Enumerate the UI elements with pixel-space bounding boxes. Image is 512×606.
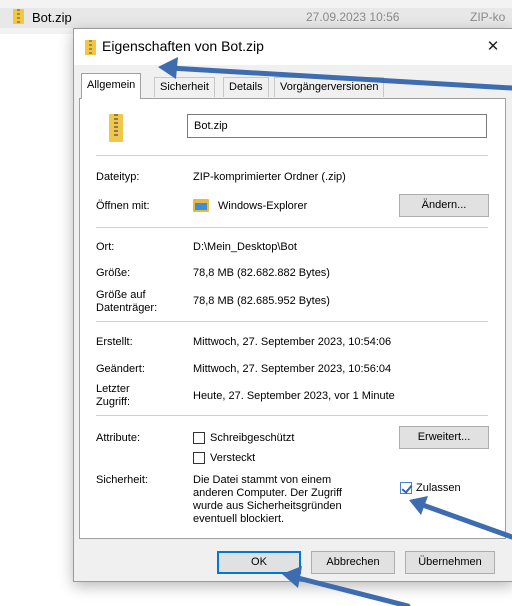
apply-button[interactable]: Übernehmen (405, 551, 495, 574)
tab-previous-versions[interactable]: Vorgängerversionen (274, 77, 385, 97)
security-text-1: Die Datei stammt von einem (193, 474, 332, 486)
value-modified: Mittwoch, 27. September 2023, 10:56:04 (193, 363, 392, 375)
windows-explorer-icon (193, 199, 209, 212)
security-text-2: anderen Computer. Der Zugriff (193, 487, 342, 499)
divider (96, 155, 488, 156)
explorer-file-type: ZIP-ko (470, 10, 506, 24)
label-modified: Geändert: (96, 363, 145, 375)
unblock-checkbox[interactable] (400, 482, 412, 494)
security-text-3: wurde aus Sicherheitsgründen (193, 500, 342, 512)
value-opens-with: Windows-Explorer (218, 200, 308, 212)
tab-general[interactable]: Allgemein (81, 73, 142, 99)
row-highlight (0, 8, 512, 28)
value-location: D:\Mein_Desktop\Bot (193, 241, 297, 253)
label-accessed-1: Letzter (96, 383, 130, 395)
security-text-4: eventuell blockiert. (193, 513, 285, 525)
readonly-label[interactable]: Schreibgeschützt (210, 432, 294, 445)
label-attributes: Attribute: (96, 432, 141, 444)
label-opens-with: Öffnen mit: (96, 200, 150, 212)
general-tab-panel: Bot.zip Dateityp: ZIP-komprimierter Ordn… (79, 98, 506, 539)
zip-folder-icon (106, 114, 126, 142)
label-security: Sicherheit: (96, 474, 148, 486)
divider (96, 415, 488, 416)
change-button[interactable]: Ändern... (399, 194, 489, 217)
zip-file-icon (13, 9, 24, 24)
tab-strip: Allgemein Sicherheit Details Vorgängerve… (79, 73, 509, 99)
value-size-on-disk: 78,8 MB (82.685.952 Bytes) (193, 295, 330, 307)
label-file-type: Dateityp: (96, 171, 140, 183)
label-location: Ort: (96, 241, 115, 253)
value-accessed: Heute, 27. September 2023, vor 1 Minute (193, 390, 395, 402)
label-accessed-2: Zugriff: (96, 396, 131, 408)
explorer-modified-date: 27.09.2023 10:56 (306, 10, 400, 24)
zip-file-icon (85, 40, 96, 55)
divider (96, 227, 488, 228)
advanced-button[interactable]: Erweitert... (399, 426, 489, 449)
tab-security[interactable]: Sicherheit (154, 77, 215, 97)
label-size-on-disk-1: Größe auf (96, 289, 146, 301)
ok-button[interactable]: OK (217, 551, 301, 574)
unblock-label[interactable]: Zulassen (416, 482, 461, 495)
label-created: Erstellt: (96, 336, 133, 348)
tab-details[interactable]: Details (223, 77, 269, 97)
hidden-checkbox[interactable] (193, 452, 205, 464)
cancel-button[interactable]: Abbrechen (311, 551, 395, 574)
hidden-label[interactable]: Versteckt (210, 452, 255, 465)
properties-dialog: Eigenschaften von Bot.zip ✕ Allgemein Si… (73, 28, 512, 582)
readonly-checkbox[interactable] (193, 432, 205, 444)
label-size: Größe: (96, 267, 131, 279)
file-name-field[interactable]: Bot.zip (187, 114, 487, 138)
divider (96, 321, 488, 322)
value-size: 78,8 MB (82.682.882 Bytes) (193, 267, 330, 279)
dialog-titlebar[interactable]: Eigenschaften von Bot.zip ✕ (74, 29, 512, 65)
label-size-on-disk-2: Datenträger: (96, 302, 158, 314)
value-created: Mittwoch, 27. September 2023, 10:54:06 (193, 336, 392, 348)
close-icon[interactable]: ✕ (481, 36, 505, 58)
explorer-file-name[interactable]: Bot.zip (32, 10, 72, 25)
dialog-title: Eigenschaften von Bot.zip (102, 38, 264, 54)
value-file-type: ZIP-komprimierter Ordner (.zip) (193, 171, 346, 183)
